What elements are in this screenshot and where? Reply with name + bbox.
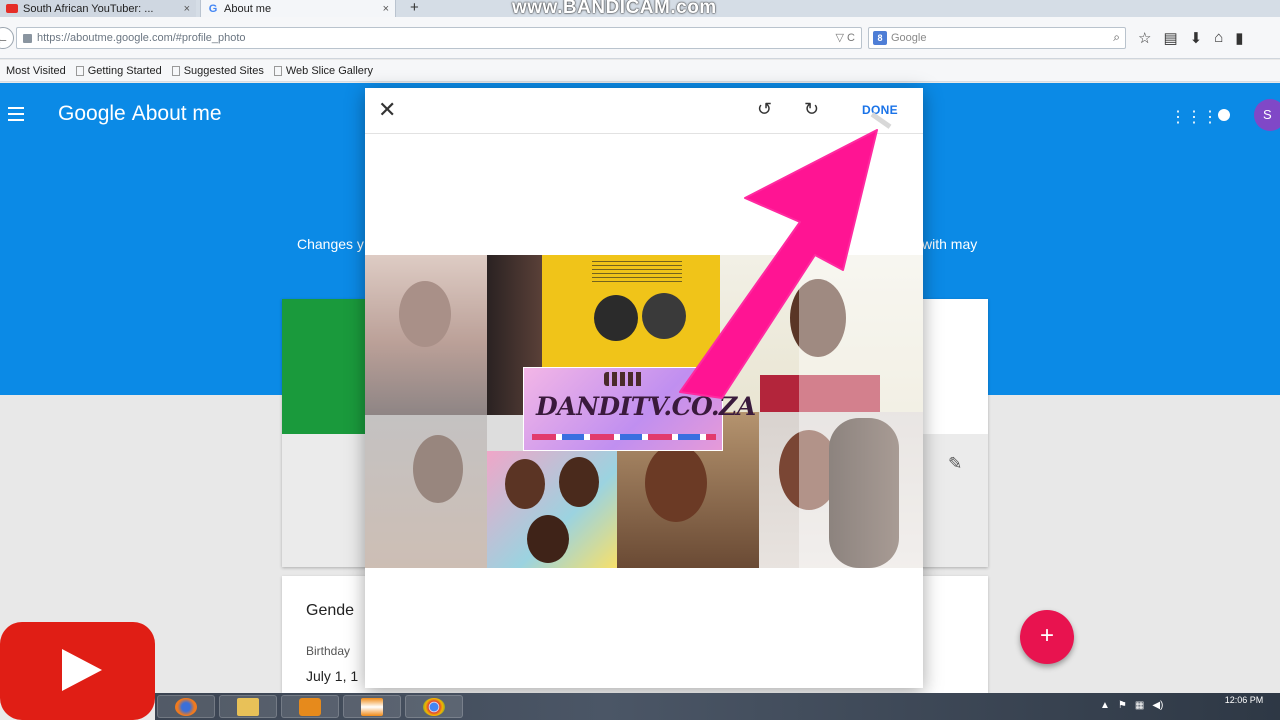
volume-icon[interactable]: ◀) bbox=[1152, 700, 1163, 711]
done-button[interactable]: DONE bbox=[862, 103, 898, 117]
download-icon[interactable]: ⬇ bbox=[1190, 29, 1203, 47]
search-input[interactable]: 8 Google ⌕ bbox=[868, 27, 1126, 49]
tray-arrow-icon[interactable]: ▲ bbox=[1100, 700, 1110, 711]
page-icon bbox=[273, 65, 282, 76]
avatar[interactable]: S bbox=[1254, 99, 1280, 131]
url-bar[interactable]: https://aboutme.google.com/#profile_phot… bbox=[16, 27, 862, 49]
add-button[interactable]: + bbox=[1020, 610, 1074, 664]
taskbar-firefox[interactable] bbox=[157, 695, 215, 718]
danditv-banner: DANDITV.CO.ZA bbox=[523, 367, 756, 451]
banner-faces bbox=[604, 372, 644, 386]
face bbox=[527, 515, 569, 563]
notifications-icon[interactable] bbox=[1214, 105, 1234, 125]
tab-close-icon[interactable]: × bbox=[383, 3, 389, 15]
google-logo-text: Google bbox=[58, 102, 126, 125]
collage-photo bbox=[487, 451, 617, 568]
flag-icon[interactable]: ⚑ bbox=[1118, 700, 1127, 711]
home-icon[interactable]: ⌂ bbox=[1214, 29, 1223, 47]
taskbar-explorer[interactable] bbox=[219, 695, 277, 718]
rotate-left-icon[interactable]: ↺ bbox=[757, 99, 772, 120]
apps-grid-icon[interactable]: ⋮⋮⋮ bbox=[1170, 107, 1218, 127]
crop-mask-right bbox=[799, 255, 923, 568]
bookmark-most-visited[interactable]: Most Visited bbox=[6, 65, 66, 77]
bookmark-suggested-sites[interactable]: Suggested Sites bbox=[171, 64, 264, 77]
crop-mask-left bbox=[365, 255, 487, 568]
intro-text-left: Changes y bbox=[297, 236, 364, 252]
page-icon bbox=[75, 65, 84, 76]
rotate-right-icon[interactable]: ↻ bbox=[804, 99, 819, 120]
bookmark-label: Getting Started bbox=[87, 64, 162, 77]
network-icon[interactable]: ▦ bbox=[1135, 700, 1144, 711]
search-engine-icon[interactable]: 8 bbox=[873, 31, 887, 45]
taskbar-media-player[interactable] bbox=[281, 695, 339, 718]
youtube-favicon-icon bbox=[6, 4, 18, 13]
tab-label: About me bbox=[224, 2, 272, 15]
tab-about-me[interactable]: G About me × bbox=[200, 0, 396, 17]
close-icon[interactable]: ✕ bbox=[378, 97, 396, 123]
tab-close-icon[interactable]: × bbox=[184, 3, 190, 15]
play-icon bbox=[62, 649, 102, 691]
search-icon[interactable]: ⌕ bbox=[1113, 30, 1120, 45]
more-icon[interactable]: ▮ bbox=[1235, 29, 1243, 47]
tab-label: South African YouTuber: ... bbox=[23, 2, 154, 15]
google-favicon-icon: G bbox=[208, 2, 218, 15]
reload-icon[interactable]: ▽ C bbox=[836, 31, 855, 44]
banner-strip bbox=[532, 434, 716, 440]
bookmark-label: Suggested Sites bbox=[183, 64, 264, 77]
gender-heading: Gende bbox=[306, 602, 355, 619]
photo-crop-area[interactable]: DANDITV.CO.ZA bbox=[365, 255, 923, 568]
banner-title: DANDITV.CO.ZA bbox=[536, 392, 756, 421]
pencil-icon[interactable]: ✎ bbox=[948, 454, 962, 474]
library-icon[interactable]: ▤ bbox=[1163, 29, 1177, 47]
face bbox=[645, 444, 707, 522]
vlc-icon bbox=[361, 698, 383, 716]
hamburger-icon[interactable] bbox=[8, 107, 24, 121]
navigation-bar: ← https://aboutme.google.com/#profile_ph… bbox=[0, 17, 1280, 59]
search-placeholder: Google bbox=[891, 32, 927, 44]
face bbox=[505, 459, 545, 509]
page-icon bbox=[171, 65, 180, 76]
back-arrow-icon[interactable]: ← bbox=[0, 27, 14, 49]
face bbox=[642, 293, 686, 339]
bookmarks-bar: Most Visited Getting Started Suggested S… bbox=[0, 60, 1280, 82]
bookmark-star-icon[interactable]: ☆ bbox=[1138, 29, 1151, 47]
tab-youtuber[interactable]: South African YouTuber: ... × bbox=[0, 0, 196, 17]
about-me-text: About me bbox=[131, 102, 222, 125]
profile-photo-dialog: ✕ ↺ ↻ DONE DANDITV.CO.ZA bbox=[365, 88, 923, 688]
firefox-icon bbox=[175, 698, 197, 716]
poster-text bbox=[592, 261, 682, 285]
dialog-header: ✕ ↺ ↻ DONE bbox=[365, 88, 923, 134]
bookmark-label: Web Slice Gallery bbox=[285, 64, 374, 77]
intro-text-right: with may bbox=[922, 236, 978, 252]
url-text: https://aboutme.google.com/#profile_phot… bbox=[37, 32, 246, 44]
browser-tab-bar: South African YouTuber: ... × G About me… bbox=[0, 0, 1280, 18]
taskbar-clock[interactable]: 12:06 PM bbox=[1214, 695, 1274, 706]
birthday-value: July 1, 1 bbox=[306, 668, 359, 684]
taskbar-chrome[interactable] bbox=[405, 695, 463, 718]
media-player-icon bbox=[299, 698, 321, 716]
new-tab-button[interactable]: + bbox=[410, 0, 419, 15]
system-tray: ▲ ⚑ ▦ ◀) bbox=[1100, 700, 1163, 711]
folder-icon bbox=[237, 698, 259, 716]
collage-photo bbox=[542, 255, 720, 370]
youtube-logo-icon bbox=[0, 622, 155, 720]
app-title[interactable]: Google About me bbox=[58, 102, 222, 126]
toolbar-icons: ☆ ▤ ⬇ ⌂ ▮ bbox=[1138, 29, 1244, 47]
chrome-icon bbox=[423, 698, 445, 716]
bookmark-getting-started[interactable]: Getting Started bbox=[75, 64, 162, 77]
cover-photo-area bbox=[282, 299, 372, 434]
bookmark-web-slice-gallery[interactable]: Web Slice Gallery bbox=[273, 64, 374, 77]
face bbox=[594, 295, 638, 341]
taskbar-vlc[interactable] bbox=[343, 695, 401, 718]
birthday-label: Birthday bbox=[306, 644, 351, 658]
lock-icon bbox=[23, 33, 32, 43]
face bbox=[559, 457, 599, 507]
